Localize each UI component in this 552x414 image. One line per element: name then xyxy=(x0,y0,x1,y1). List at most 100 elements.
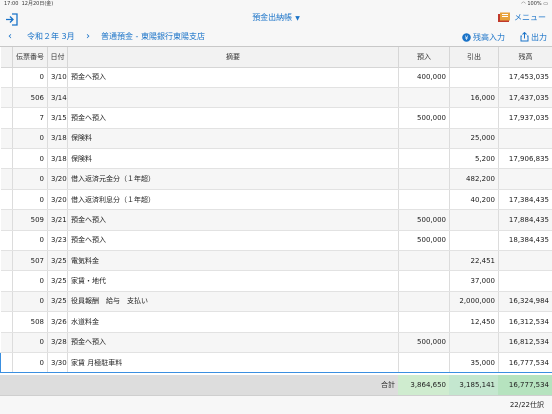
deposit-cell[interactable]: 500,000 xyxy=(398,332,450,353)
description-cell[interactable]: 保険料 xyxy=(67,148,399,170)
withdrawal-cell[interactable] xyxy=(449,107,499,129)
date-cell[interactable]: 3/18 xyxy=(47,128,68,150)
date-cell[interactable]: 3/18 xyxy=(47,148,68,170)
balance-cell[interactable]: 17,437,035 xyxy=(498,87,552,109)
withdrawal-cell[interactable] xyxy=(449,209,499,231)
description-cell[interactable]: 保険料 xyxy=(67,128,399,150)
gutter[interactable] xyxy=(0,250,13,272)
voucher-cell[interactable]: 0 xyxy=(12,351,48,374)
deposit-cell[interactable] xyxy=(398,168,450,190)
gutter[interactable] xyxy=(0,128,13,150)
balance-input-button[interactable]: ¥ 残高入力 xyxy=(462,27,505,47)
description-cell[interactable] xyxy=(67,87,399,109)
date-cell[interactable]: 3/28 xyxy=(47,332,68,353)
balance-cell[interactable]: 18,384,435 xyxy=(498,230,552,252)
gutter[interactable] xyxy=(0,148,13,170)
gutter[interactable] xyxy=(0,168,13,190)
gutter[interactable] xyxy=(0,332,13,353)
deposit-cell[interactable] xyxy=(398,270,450,292)
withdrawal-cell[interactable]: 2,000,000 xyxy=(449,291,499,313)
voucher-cell[interactable]: 508 xyxy=(12,311,48,333)
date-cell[interactable]: 3/10 xyxy=(47,67,68,88)
description-cell[interactable]: 借入返済元金分（１年超） xyxy=(67,168,399,190)
balance-cell[interactable] xyxy=(498,128,552,150)
description-cell[interactable]: 預金へ預入 xyxy=(67,107,399,129)
voucher-cell[interactable]: 0 xyxy=(12,270,48,292)
description-cell[interactable]: 水道料金 xyxy=(67,311,399,333)
voucher-cell[interactable]: 0 xyxy=(12,291,48,313)
deposit-cell[interactable] xyxy=(398,351,450,374)
table-row[interactable]: 508 3/26 水道料金 12,450 16,312,534 xyxy=(0,311,552,333)
table-row[interactable]: 7 3/15 預金へ預入 500,000 17,937,035 xyxy=(0,107,552,129)
date-cell[interactable]: 3/30 xyxy=(47,351,68,374)
description-cell[interactable]: 家賃・地代 xyxy=(67,270,399,292)
date-cell[interactable]: 3/20 xyxy=(47,189,68,211)
withdrawal-cell[interactable] xyxy=(449,230,499,252)
table-row[interactable]: 0 3/23 預金へ預入 500,000 18,384,435 xyxy=(0,230,552,252)
gutter[interactable] xyxy=(0,67,13,88)
date-cell[interactable]: 3/25 xyxy=(47,291,68,313)
deposit-cell[interactable]: 500,000 xyxy=(398,107,450,129)
description-cell[interactable]: 預金へ預入 xyxy=(67,332,399,353)
deposit-cell[interactable] xyxy=(398,189,450,211)
deposit-cell[interactable] xyxy=(398,291,450,313)
voucher-header[interactable]: 伝票番号 xyxy=(12,47,48,68)
withdrawal-cell[interactable]: 37,000 xyxy=(449,270,499,292)
date-cell[interactable]: 3/26 xyxy=(47,311,68,333)
voucher-cell[interactable]: 0 xyxy=(12,230,48,252)
balance-cell[interactable]: 16,812,534 xyxy=(498,332,552,353)
balance-header[interactable]: 残高 xyxy=(498,47,552,68)
balance-cell[interactable] xyxy=(498,250,552,272)
deposit-cell[interactable] xyxy=(398,311,450,333)
withdrawal-cell[interactable]: 35,000 xyxy=(449,351,499,374)
deposit-cell[interactable]: 500,000 xyxy=(398,209,450,231)
deposit-header[interactable]: 預入 xyxy=(398,47,450,68)
description-cell[interactable]: 預金へ預入 xyxy=(67,67,399,88)
table-row[interactable]: 0 3/20 借入返済元金分（１年超） 482,200 xyxy=(0,168,552,190)
gutter[interactable] xyxy=(0,107,13,129)
description-cell[interactable]: 預金へ預入 xyxy=(67,209,399,231)
table-row[interactable]: 0 3/18 保険料 25,000 xyxy=(0,128,552,150)
balance-cell[interactable]: 16,312,534 xyxy=(498,311,552,333)
gutter[interactable] xyxy=(0,270,13,292)
voucher-cell[interactable]: 506 xyxy=(12,87,48,109)
date-cell[interactable]: 3/14 xyxy=(47,87,68,109)
description-cell[interactable]: 借入返済利息分（１年超） xyxy=(67,189,399,211)
prev-month-icon[interactable]: ‹ xyxy=(8,27,12,47)
gutter[interactable] xyxy=(0,311,13,333)
description-cell[interactable]: 預金へ預入 xyxy=(67,230,399,252)
deposit-cell[interactable] xyxy=(398,128,450,150)
table-row[interactable]: 509 3/21 預金へ預入 500,000 17,884,435 xyxy=(0,209,552,231)
deposit-cell[interactable] xyxy=(398,250,450,272)
date-cell[interactable]: 3/25 xyxy=(47,270,68,292)
account-selector[interactable]: 普通預金 - 東陽銀行東陽支店 xyxy=(101,27,205,47)
next-month-icon[interactable]: › xyxy=(86,27,90,47)
description-cell[interactable]: 電気料金 xyxy=(67,250,399,272)
table-row[interactable]: 0 3/28 預金へ預入 500,000 16,812,534 xyxy=(0,332,552,353)
gutter[interactable] xyxy=(0,209,13,231)
voucher-cell[interactable]: 7 xyxy=(12,107,48,129)
description-cell[interactable]: 家賃 月極駐車料 xyxy=(67,351,399,374)
voucher-cell[interactable]: 509 xyxy=(12,209,48,231)
voucher-cell[interactable]: 0 xyxy=(12,128,48,150)
deposit-cell[interactable] xyxy=(398,148,450,170)
balance-cell[interactable]: 17,884,435 xyxy=(498,209,552,231)
date-cell[interactable]: 3/15 xyxy=(47,107,68,129)
withdrawal-cell[interactable]: 25,000 xyxy=(449,128,499,150)
gutter[interactable] xyxy=(0,291,13,313)
table-row[interactable]: 507 3/25 電気料金 22,451 xyxy=(0,250,552,272)
balance-cell[interactable] xyxy=(498,270,552,292)
date-header[interactable]: 日付 xyxy=(47,47,68,68)
table-row[interactable]: 0 3/20 借入返済利息分（１年超） 40,200 17,384,435 xyxy=(0,189,552,211)
table-row[interactable]: 0 3/18 保険料 5,200 17,906,835 xyxy=(0,148,552,170)
balance-cell[interactable]: 16,324,984 xyxy=(498,291,552,313)
date-cell[interactable]: 3/23 xyxy=(47,230,68,252)
withdrawal-cell[interactable]: 482,200 xyxy=(449,168,499,190)
balance-cell[interactable]: 16,777,534 xyxy=(498,351,552,374)
date-cell[interactable]: 3/21 xyxy=(47,209,68,231)
voucher-cell[interactable]: 0 xyxy=(12,168,48,190)
table-row[interactable]: 506 3/14 16,000 17,437,035 xyxy=(0,87,552,109)
deposit-cell[interactable]: 400,000 xyxy=(398,67,450,88)
table-row[interactable]: 0 3/30 家賃 月極駐車料 35,000 16,777,534 xyxy=(0,351,552,374)
withdrawal-cell[interactable]: 5,200 xyxy=(449,148,499,170)
